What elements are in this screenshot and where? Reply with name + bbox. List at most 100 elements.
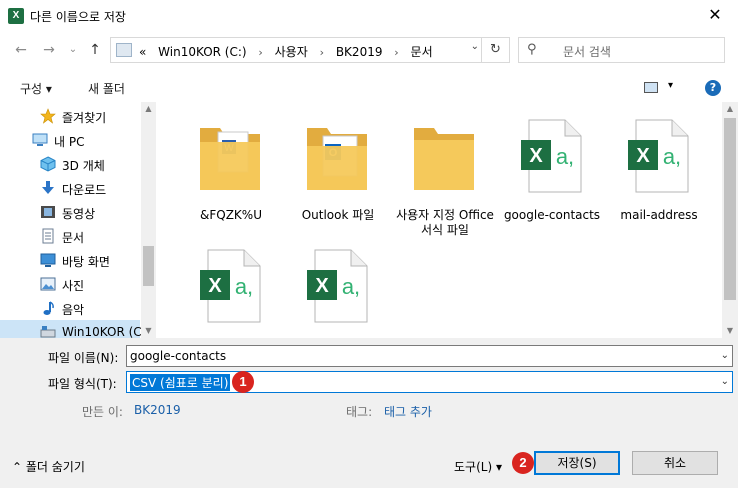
svg-text:a,: a,	[342, 274, 360, 299]
sidebar-item-pictures[interactable]: 사진	[0, 272, 140, 296]
breadcrumb-users[interactable]: 사용자	[275, 45, 308, 59]
tools-button[interactable]: 도구(L) ▾	[454, 458, 502, 475]
sidebar-item-favorites[interactable]: 즐겨찾기	[0, 104, 140, 128]
sidebar-scroll-thumb[interactable]	[143, 246, 154, 286]
file-list-scroll-thumb[interactable]	[724, 118, 736, 300]
sidebar-item-3d-objects[interactable]: 3D 개체	[0, 152, 140, 176]
sidebar-scrollbar[interactable]: ▲ ▼	[141, 102, 156, 338]
breadcrumb-user[interactable]: BK2019	[336, 45, 383, 59]
svg-text:a,: a,	[663, 144, 681, 169]
sidebar-item-label: 내 PC	[54, 135, 85, 149]
sidebar-item-drive-c[interactable]: Win10KOR (C:	[0, 320, 146, 338]
sidebar-item-downloads[interactable]: 다운로드	[0, 176, 140, 200]
close-icon[interactable]: ✕	[692, 0, 738, 32]
window-title: 다른 이름으로 저장	[30, 10, 126, 24]
author-value[interactable]: BK2019	[134, 403, 181, 417]
search-icon: ⚲	[527, 42, 537, 57]
drive-icon	[40, 326, 56, 338]
sidebar-item-label: 사진	[62, 279, 85, 293]
cancel-button[interactable]: 취소	[632, 451, 718, 475]
picture-icon	[40, 277, 56, 291]
file-name: 사용자 지정 Office 서식 파일	[396, 208, 494, 237]
filetype-label: 파일 형식(T):	[48, 377, 117, 391]
help-icon[interactable]: ?	[705, 80, 721, 96]
file-item-csv[interactable]: X a,	[176, 232, 286, 338]
sidebar-item-label: 바탕 화면	[62, 255, 110, 269]
navigation-bar: ← → ⌄ ↑ « Win10KOR (C:) › 사용자 › BK2019 ›…	[0, 32, 738, 68]
command-toolbar: 구성 ▾ 새 폴더 ▾ ?	[0, 72, 738, 102]
file-item-folder[interactable]: W &FQZK%U	[176, 102, 286, 226]
breadcrumb-overflow[interactable]: «	[139, 45, 146, 59]
view-options-icon[interactable]	[644, 82, 658, 93]
sidebar-item-desktop[interactable]: 바탕 화면	[0, 248, 140, 272]
back-arrow-icon[interactable]: ←	[12, 41, 30, 59]
svg-text:X: X	[315, 275, 329, 297]
sidebar-item-videos[interactable]: 동영상	[0, 200, 140, 224]
desktop-icon	[40, 253, 56, 267]
breadcrumb-separator-icon[interactable]: ›	[258, 46, 262, 59]
outlook-folder-icon: O	[307, 128, 367, 190]
scroll-down-arrow-icon[interactable]: ▼	[722, 326, 738, 335]
title-bar: X 다른 이름으로 저장 ✕	[0, 0, 738, 32]
address-dropdown-chevron-icon[interactable]: ⌄	[471, 41, 479, 52]
step-marker-2: 2	[512, 452, 534, 474]
sidebar-item-label: 동영상	[62, 207, 96, 221]
sidebar-item-this-pc[interactable]: 내 PC	[0, 128, 140, 152]
filetype-select[interactable]: CSV (쉼표로 분리) ⌄	[126, 371, 733, 393]
hide-folders-button[interactable]: ⌃ 폴더 숨기기	[12, 458, 85, 475]
organize-button[interactable]: 구성 ▾	[20, 80, 52, 97]
sidebar-item-documents[interactable]: 문서	[0, 224, 140, 248]
author-key: 만든 이:	[82, 405, 123, 419]
view-dropdown-chevron-icon[interactable]: ▾	[668, 80, 673, 91]
scroll-down-arrow-icon[interactable]: ▼	[141, 326, 156, 335]
folder-icon	[414, 128, 474, 190]
search-input[interactable]: ⚲ 문서 검색	[518, 37, 725, 63]
breadcrumb: « Win10KOR (C:) › 사용자 › BK2019 › 문서	[139, 43, 441, 60]
filename-input[interactable]: google-contacts ⌄	[126, 345, 733, 367]
filename-value: google-contacts	[130, 349, 227, 363]
file-list: W &FQZK%U O Outlook 파일 사용자 지정 Office 서식 …	[156, 102, 722, 338]
sidebar-item-label: Win10KOR (C:	[62, 325, 146, 338]
location-pc-icon	[116, 43, 132, 57]
recent-locations-chevron-icon[interactable]: ⌄	[64, 41, 82, 59]
folder-icon: W	[200, 128, 260, 190]
svg-text:a,: a,	[556, 144, 574, 169]
save-button[interactable]: 저장(S)	[534, 451, 620, 475]
up-arrow-icon[interactable]: ↑	[86, 41, 104, 59]
filetype-dropdown-chevron-icon[interactable]: ⌄	[721, 376, 729, 387]
scroll-up-arrow-icon[interactable]: ▲	[141, 104, 156, 113]
refresh-icon[interactable]: ↻	[481, 38, 509, 62]
excel-csv-icon: X a,	[628, 119, 689, 193]
forward-arrow-icon[interactable]: →	[40, 41, 58, 59]
svg-text:a,: a,	[235, 274, 253, 299]
excel-csv-icon: X a,	[200, 249, 261, 323]
download-icon	[42, 181, 54, 194]
breadcrumb-separator-icon[interactable]: ›	[320, 46, 324, 59]
address-bar[interactable]: « Win10KOR (C:) › 사용자 › BK2019 › 문서 ⌄ ↻	[110, 37, 510, 63]
file-list-scrollbar[interactable]: ▲ ▼	[722, 102, 738, 338]
breadcrumb-drive[interactable]: Win10KOR (C:)	[158, 45, 246, 59]
scroll-up-arrow-icon[interactable]: ▲	[722, 104, 738, 113]
sidebar-item-label: 3D 개체	[62, 159, 105, 173]
navigation-pane: 즐겨찾기 내 PC 3D 개체 다운로드 동영상 문서 바탕 화면 사진 음악 …	[0, 102, 155, 338]
file-name: mail-address	[620, 208, 698, 222]
filename-dropdown-chevron-icon[interactable]: ⌄	[721, 350, 729, 361]
document-icon	[42, 228, 54, 244]
excel-app-icon: X	[8, 8, 24, 24]
pc-icon	[32, 133, 48, 146]
file-item-csv[interactable]: X a,	[283, 232, 393, 338]
breadcrumb-documents[interactable]: 문서	[411, 45, 433, 59]
tags-add-link[interactable]: 태그 추가	[384, 403, 432, 420]
file-name: google-contacts	[503, 208, 601, 222]
excel-csv-icon: X a,	[307, 249, 368, 323]
file-item-folder[interactable]: O Outlook 파일	[283, 102, 393, 226]
file-name: Outlook 파일	[301, 208, 375, 222]
file-item-csv[interactable]: X a, google-contacts	[497, 102, 607, 226]
new-folder-button[interactable]: 새 폴더	[88, 80, 125, 97]
step-marker-1: 1	[232, 371, 254, 393]
file-item-folder[interactable]: 사용자 지정 Office 서식 파일	[390, 102, 500, 237]
breadcrumb-separator-icon[interactable]: ›	[394, 46, 398, 59]
sidebar-item-music[interactable]: 음악	[0, 296, 140, 320]
file-item-csv[interactable]: X a, mail-address	[604, 102, 714, 226]
music-icon	[43, 301, 54, 315]
